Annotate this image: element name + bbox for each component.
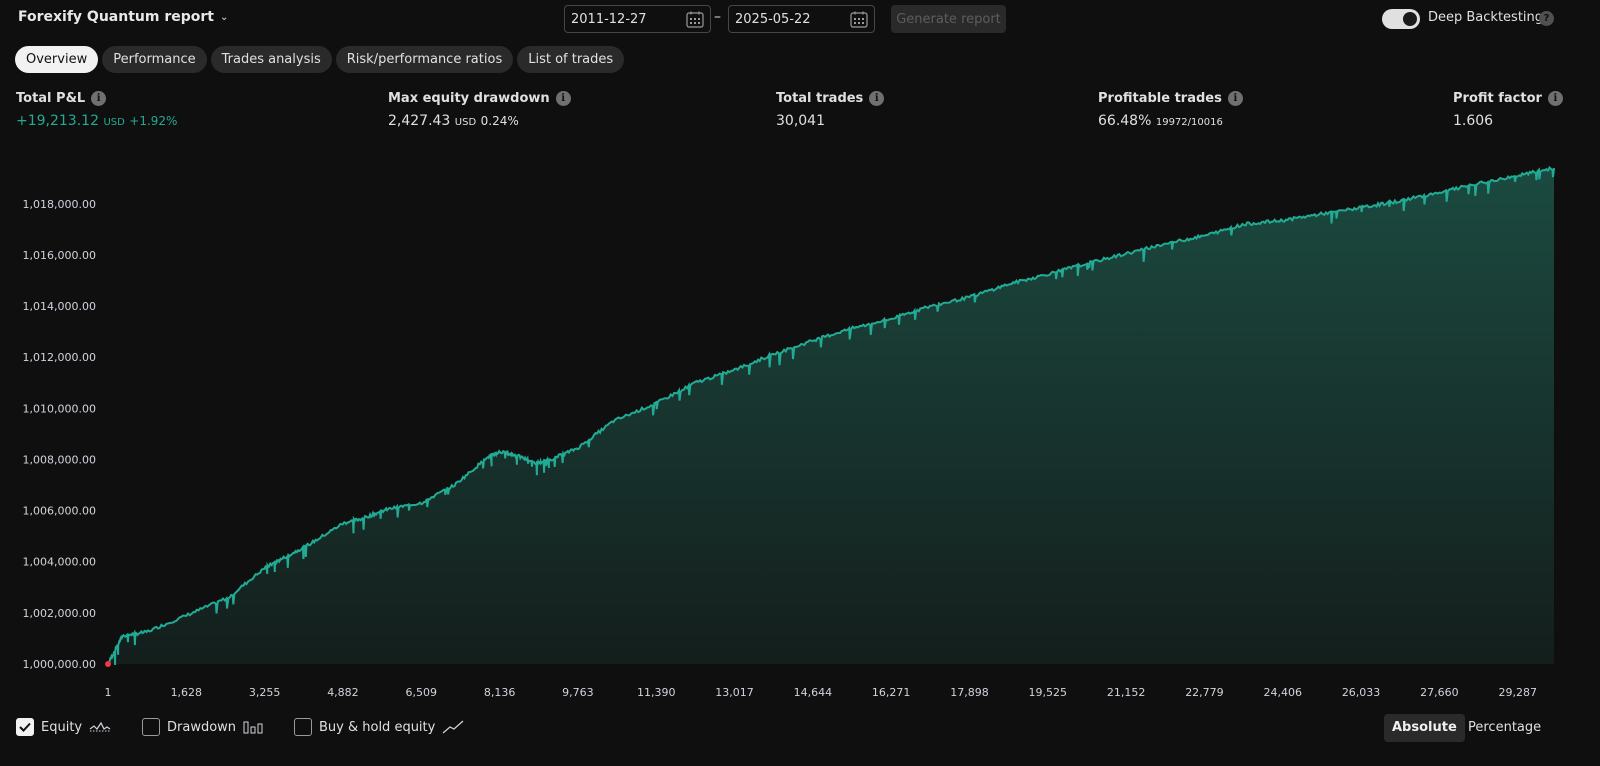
top-bar: Forexify Quantum report ⌄ – Generate rep… bbox=[0, 0, 1600, 38]
profitable-ratio: 19972/10016 bbox=[1155, 117, 1223, 128]
drawdown-checkbox[interactable] bbox=[142, 718, 160, 736]
trend-line-icon bbox=[442, 720, 464, 734]
info-icon[interactable]: i bbox=[869, 91, 885, 106]
toggle-knob bbox=[1403, 12, 1417, 26]
metric-profit-factor: Profit factor i 1.606 bbox=[1453, 91, 1563, 129]
x-tick-label: 17,898 bbox=[950, 686, 989, 699]
generate-report-button[interactable]: Generate report bbox=[891, 5, 1006, 33]
chevron-down-icon: ⌄ bbox=[219, 11, 229, 23]
y-tick-label: 1,006,000.00 bbox=[23, 505, 96, 518]
drawdown-unit: USD bbox=[454, 117, 477, 128]
buy-hold-checkbox[interactable] bbox=[294, 718, 312, 736]
x-axis: 1 1,628 3,255 4,882 6,509 8,136 9,763 11,390 13,… bbox=[105, 686, 1537, 699]
x-tick-label: 1,628 bbox=[171, 686, 203, 699]
deep-backtesting-label: Deep Backtesting bbox=[1428, 10, 1544, 25]
y-tick-label: 1,000,000.00 bbox=[23, 658, 96, 671]
x-tick-label: 26,033 bbox=[1342, 686, 1381, 699]
equity-area bbox=[108, 167, 1554, 665]
y-tick-label: 1,008,000.00 bbox=[23, 453, 96, 466]
help-icon[interactable]: ? bbox=[1539, 11, 1554, 26]
x-tick-label: 22,779 bbox=[1185, 686, 1224, 699]
legend-buy-hold[interactable]: Buy & hold equity bbox=[294, 718, 464, 736]
metric-value: 2,427.43 USD 0.24% bbox=[388, 113, 571, 129]
pnl-value: +19,213.12 bbox=[16, 113, 99, 129]
x-tick-label: 3,255 bbox=[249, 686, 281, 699]
legend-drawdown[interactable]: Drawdown bbox=[142, 718, 263, 736]
check-icon bbox=[19, 722, 31, 732]
y-tick-label: 1,010,000.00 bbox=[23, 402, 96, 415]
legend-label: Equity bbox=[41, 719, 83, 735]
x-tick-label: 11,390 bbox=[637, 686, 676, 699]
metric-label: Total P&L bbox=[16, 91, 86, 106]
date-separator: – bbox=[714, 9, 721, 25]
x-tick-label: 9,763 bbox=[562, 686, 594, 699]
metric-value: 1.606 bbox=[1453, 113, 1494, 129]
x-tick-label: 21,152 bbox=[1107, 686, 1146, 699]
y-tick-label: 1,002,000.00 bbox=[23, 607, 96, 620]
tab-risk-performance-ratios[interactable]: Risk/performance ratios bbox=[335, 46, 514, 73]
bar-chart-icon bbox=[243, 721, 263, 734]
equity-line-icon bbox=[89, 721, 111, 732]
x-tick-label: 29,287 bbox=[1498, 686, 1537, 699]
x-tick-label: 19,525 bbox=[1029, 686, 1068, 699]
report-title-dropdown[interactable]: Forexify Quantum report ⌄ bbox=[18, 9, 228, 25]
date-from-field[interactable] bbox=[564, 5, 711, 33]
y-axis: 1,000,000.00 1,002,000.00 1,004,000.00 1,00… bbox=[23, 198, 96, 671]
tab-overview[interactable]: Overview bbox=[15, 46, 99, 73]
equity-checkbox[interactable] bbox=[16, 718, 34, 736]
metric-label: Profitable trades bbox=[1098, 91, 1222, 106]
info-icon[interactable]: i bbox=[555, 91, 571, 106]
date-to-input[interactable] bbox=[735, 11, 845, 27]
profitable-percent: 66.48% bbox=[1098, 113, 1152, 129]
x-tick-label: 6,509 bbox=[406, 686, 438, 699]
metric-label: Profit factor bbox=[1453, 91, 1542, 106]
pnl-percent: +1.92% bbox=[129, 114, 178, 128]
tab-list-of-trades[interactable]: List of trades bbox=[517, 46, 625, 73]
metric-value: 30,041 bbox=[776, 113, 825, 129]
info-icon[interactable]: i bbox=[1547, 91, 1563, 106]
metric-total-trades: Total trades i 30,041 bbox=[776, 91, 885, 129]
x-tick-label: 13,017 bbox=[715, 686, 754, 699]
equity-start-point bbox=[105, 661, 111, 667]
metric-label: Total trades bbox=[776, 91, 864, 106]
y-tick-label: 1,014,000.00 bbox=[23, 300, 96, 313]
x-tick-label: 16,271 bbox=[872, 686, 911, 699]
tab-trades-analysis[interactable]: Trades analysis bbox=[210, 46, 332, 73]
percentage-button[interactable]: Percentage bbox=[1460, 714, 1549, 742]
metric-label: Max equity drawdown bbox=[388, 91, 550, 106]
date-from-input[interactable] bbox=[571, 11, 681, 27]
x-tick-label: 1 bbox=[105, 686, 112, 699]
metric-value: +19,213.12 USD +1.92% bbox=[16, 113, 177, 129]
y-tick-label: 1,012,000.00 bbox=[23, 351, 96, 364]
absolute-button[interactable]: Absolute bbox=[1384, 714, 1465, 742]
x-tick-label: 27,660 bbox=[1420, 686, 1459, 699]
date-to-field[interactable] bbox=[728, 5, 875, 33]
metric-value: 66.48% 19972/10016 bbox=[1098, 113, 1243, 129]
legend-label: Buy & hold equity bbox=[319, 719, 436, 735]
info-icon[interactable]: i bbox=[91, 91, 107, 106]
calendar-icon[interactable] bbox=[686, 11, 704, 28]
drawdown-percent: 0.24% bbox=[480, 114, 519, 128]
metric-total-pnl: Total P&L i +19,213.12 USD +1.92% bbox=[16, 91, 177, 129]
pnl-unit: USD bbox=[103, 117, 125, 128]
drawdown-value: 2,427.43 bbox=[388, 113, 451, 129]
x-tick-label: 8,136 bbox=[484, 686, 516, 699]
y-tick-label: 1,018,000.00 bbox=[23, 198, 96, 211]
report-tabs: Overview Performance Trades analysis Ris… bbox=[15, 46, 625, 73]
calendar-icon[interactable] bbox=[850, 11, 868, 28]
x-tick-label: 14,644 bbox=[794, 686, 833, 699]
x-tick-label: 4,882 bbox=[327, 686, 359, 699]
y-tick-label: 1,004,000.00 bbox=[23, 556, 96, 569]
tab-performance[interactable]: Performance bbox=[102, 46, 207, 73]
deep-backtesting-toggle[interactable] bbox=[1382, 9, 1420, 29]
x-tick-label: 24,406 bbox=[1264, 686, 1303, 699]
y-tick-label: 1,016,000.00 bbox=[23, 249, 96, 262]
metric-max-drawdown: Max equity drawdown i 2,427.43 USD 0.24% bbox=[388, 91, 571, 129]
legend-label: Drawdown bbox=[167, 719, 237, 735]
legend-equity[interactable]: Equity bbox=[16, 718, 111, 736]
report-title: Forexify Quantum report bbox=[18, 9, 214, 25]
equity-chart[interactable]: 1,000,000.00 1,002,000.00 1,004,000.00 1,00… bbox=[0, 150, 1600, 710]
metric-profitable-trades: Profitable trades i 66.48% 19972/10016 bbox=[1098, 91, 1243, 129]
info-icon[interactable]: i bbox=[1227, 91, 1243, 106]
